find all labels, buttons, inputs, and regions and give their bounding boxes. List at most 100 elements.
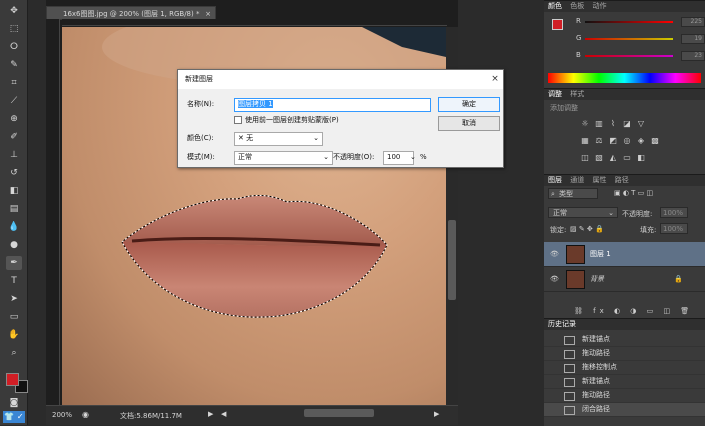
color-balance-icon[interactable]: ⚖: [594, 136, 604, 145]
healing-brush-tool-icon[interactable]: ⊕: [6, 112, 22, 126]
move-tool-icon[interactable]: ✥: [6, 4, 22, 18]
scroll-right-icon[interactable]: ▶: [434, 410, 439, 418]
blend-mode-select[interactable]: 正常 ⌄: [548, 207, 618, 218]
lasso-tool-icon[interactable]: ⵔ: [6, 40, 22, 54]
path-select-tool-icon[interactable]: ➤: [6, 292, 22, 306]
document-tab-title: 16x6图图.jpg @ 200% (图层 1, RGB/8) *: [63, 10, 200, 18]
status-menu-icon[interactable]: ◉: [82, 410, 89, 419]
filter-icons[interactable]: ▣ ◐ T ▭ ◫: [614, 189, 653, 197]
zoom-tool-icon[interactable]: ⌕: [6, 346, 22, 360]
photo-filter-icon[interactable]: ◎: [622, 136, 632, 145]
r-value[interactable]: 225: [681, 17, 705, 27]
r-slider[interactable]: [585, 21, 673, 23]
color-lookup-icon[interactable]: ▩: [650, 136, 660, 145]
blend-mode-field[interactable]: 正常 ⌄: [234, 151, 333, 165]
gradient-map-icon[interactable]: ▭: [622, 153, 632, 162]
quick-mask-icon[interactable]: ◙: [6, 396, 22, 410]
percent-sign: %: [420, 153, 427, 161]
g-label: G: [576, 34, 582, 42]
layer-filter-select[interactable]: ⌕ 类型: [548, 188, 598, 199]
tab-swatches[interactable]: 色板: [570, 2, 584, 10]
history-item[interactable]: 拖动路径: [544, 347, 705, 361]
curves-icon[interactable]: ⌇: [608, 119, 618, 128]
lock-icons[interactable]: ▨ ✎ ✥ 🔒: [570, 225, 604, 233]
clone-stamp-tool-icon[interactable]: ⊥: [6, 148, 22, 162]
pen-tool-icon[interactable]: ✒: [6, 256, 22, 270]
scroll-left-icon[interactable]: ◀: [221, 410, 226, 418]
layer-name[interactable]: 背景: [590, 267, 604, 291]
blur-tool-icon[interactable]: 💧: [6, 220, 22, 234]
layer-name[interactable]: 图层 1: [590, 242, 611, 266]
eye-icon[interactable]: 👁: [550, 267, 559, 291]
history-item[interactable]: 拖移控制点: [544, 361, 705, 375]
dodge-tool-icon[interactable]: ●: [6, 238, 22, 252]
color-spectrum[interactable]: [548, 73, 701, 83]
invert-icon[interactable]: ◫: [580, 153, 590, 162]
layer-name-field[interactable]: 图层拷贝 1: [234, 98, 431, 112]
layer-row-layer1[interactable]: 👁 图层 1: [544, 242, 705, 267]
brightness-icon[interactable]: ☼: [580, 119, 590, 128]
vertical-scroll-thumb[interactable]: [448, 220, 456, 300]
history-item-label: 闭合路径: [582, 405, 610, 413]
opacity-stepper-icon[interactable]: ⌄: [410, 151, 416, 163]
tab-history[interactable]: 历史记录: [548, 320, 576, 328]
marquee-tool-icon[interactable]: ⬚: [6, 22, 22, 36]
exposure-icon[interactable]: ◪: [622, 119, 632, 128]
history-item[interactable]: 新建锚点: [544, 375, 705, 389]
b-value[interactable]: 23: [681, 51, 705, 61]
history-item[interactable]: 闭合路径: [544, 403, 705, 417]
gradient-tool-icon[interactable]: ▤: [6, 202, 22, 216]
type-tool-icon[interactable]: T: [6, 274, 22, 288]
color-panel-tabs: 颜色 色板 动作: [544, 1, 705, 12]
threshold-icon[interactable]: ◭: [608, 153, 618, 162]
eraser-tool-icon[interactable]: ◧: [6, 184, 22, 198]
ok-button[interactable]: 确定: [438, 97, 500, 112]
document-tab[interactable]: 16x6图图.jpg @ 200% (图层 1, RGB/8) * ×: [46, 6, 216, 20]
tab-styles[interactable]: 样式: [570, 90, 584, 98]
posterize-icon[interactable]: ▧: [594, 153, 604, 162]
hue-saturation-icon[interactable]: ▦: [580, 136, 590, 145]
g-value[interactable]: 19: [681, 34, 705, 44]
tab-color[interactable]: 颜色: [548, 2, 562, 10]
history-item[interactable]: 拖动路径: [544, 389, 705, 403]
selective-color-icon[interactable]: ◧: [636, 153, 646, 162]
cancel-button[interactable]: 取消: [438, 116, 500, 131]
brush-tool-icon[interactable]: ✐: [6, 130, 22, 144]
eye-icon[interactable]: 👁: [550, 242, 559, 266]
rectangle-tool-icon[interactable]: ▭: [6, 310, 22, 324]
close-icon[interactable]: ×: [490, 74, 500, 84]
history-item[interactable]: 新建锚点: [544, 333, 705, 347]
quick-select-tool-icon[interactable]: ✎: [6, 58, 22, 72]
eyedropper-tool-icon[interactable]: ⟋: [6, 94, 22, 108]
fg-color-chip[interactable]: [552, 19, 563, 30]
layer-fill-field[interactable]: 100%: [660, 223, 688, 234]
tab-properties[interactable]: 属性: [592, 176, 606, 184]
foreground-color-swatch[interactable]: [6, 373, 19, 386]
r-label: R: [576, 17, 581, 25]
layer-row-background[interactable]: 👁 背景 🔒: [544, 267, 705, 292]
chevron-down-icon: ⌄: [323, 153, 329, 161]
layer-color-select[interactable]: ✕ 无 ⌄: [234, 132, 323, 146]
crop-tool-icon[interactable]: ⌗: [6, 76, 22, 90]
layer-opacity-field[interactable]: 100%: [660, 207, 688, 218]
tab-actions[interactable]: 动作: [592, 2, 606, 10]
vibrance-icon[interactable]: ▽: [636, 119, 646, 128]
tab-adjustments[interactable]: 调整: [548, 90, 562, 98]
tab-paths[interactable]: 路径: [615, 176, 629, 184]
g-slider[interactable]: [585, 38, 673, 40]
b-slider[interactable]: [585, 55, 673, 57]
history-brush-tool-icon[interactable]: ↺: [6, 166, 22, 180]
layer-footer-icons[interactable]: ⛓ fx ◐ ◑ ▭ ◫ 🗑: [574, 307, 693, 315]
tab-channels[interactable]: 通道: [570, 176, 584, 184]
zoom-level[interactable]: 200%: [52, 411, 72, 419]
tab-layers[interactable]: 图层: [548, 176, 562, 184]
layer-thumbnail: [566, 270, 585, 289]
black-white-icon[interactable]: ◩: [608, 136, 618, 145]
levels-icon[interactable]: ▥: [594, 119, 604, 128]
horizontal-scroll-thumb[interactable]: [304, 409, 374, 417]
adjustments-hint: 添加调整: [550, 104, 578, 112]
status-arrow-icon[interactable]: ▶: [208, 410, 213, 418]
channel-mixer-icon[interactable]: ◈: [636, 136, 646, 145]
hand-tool-icon[interactable]: ✋: [6, 328, 22, 342]
clip-mask-checkbox[interactable]: [234, 116, 242, 124]
